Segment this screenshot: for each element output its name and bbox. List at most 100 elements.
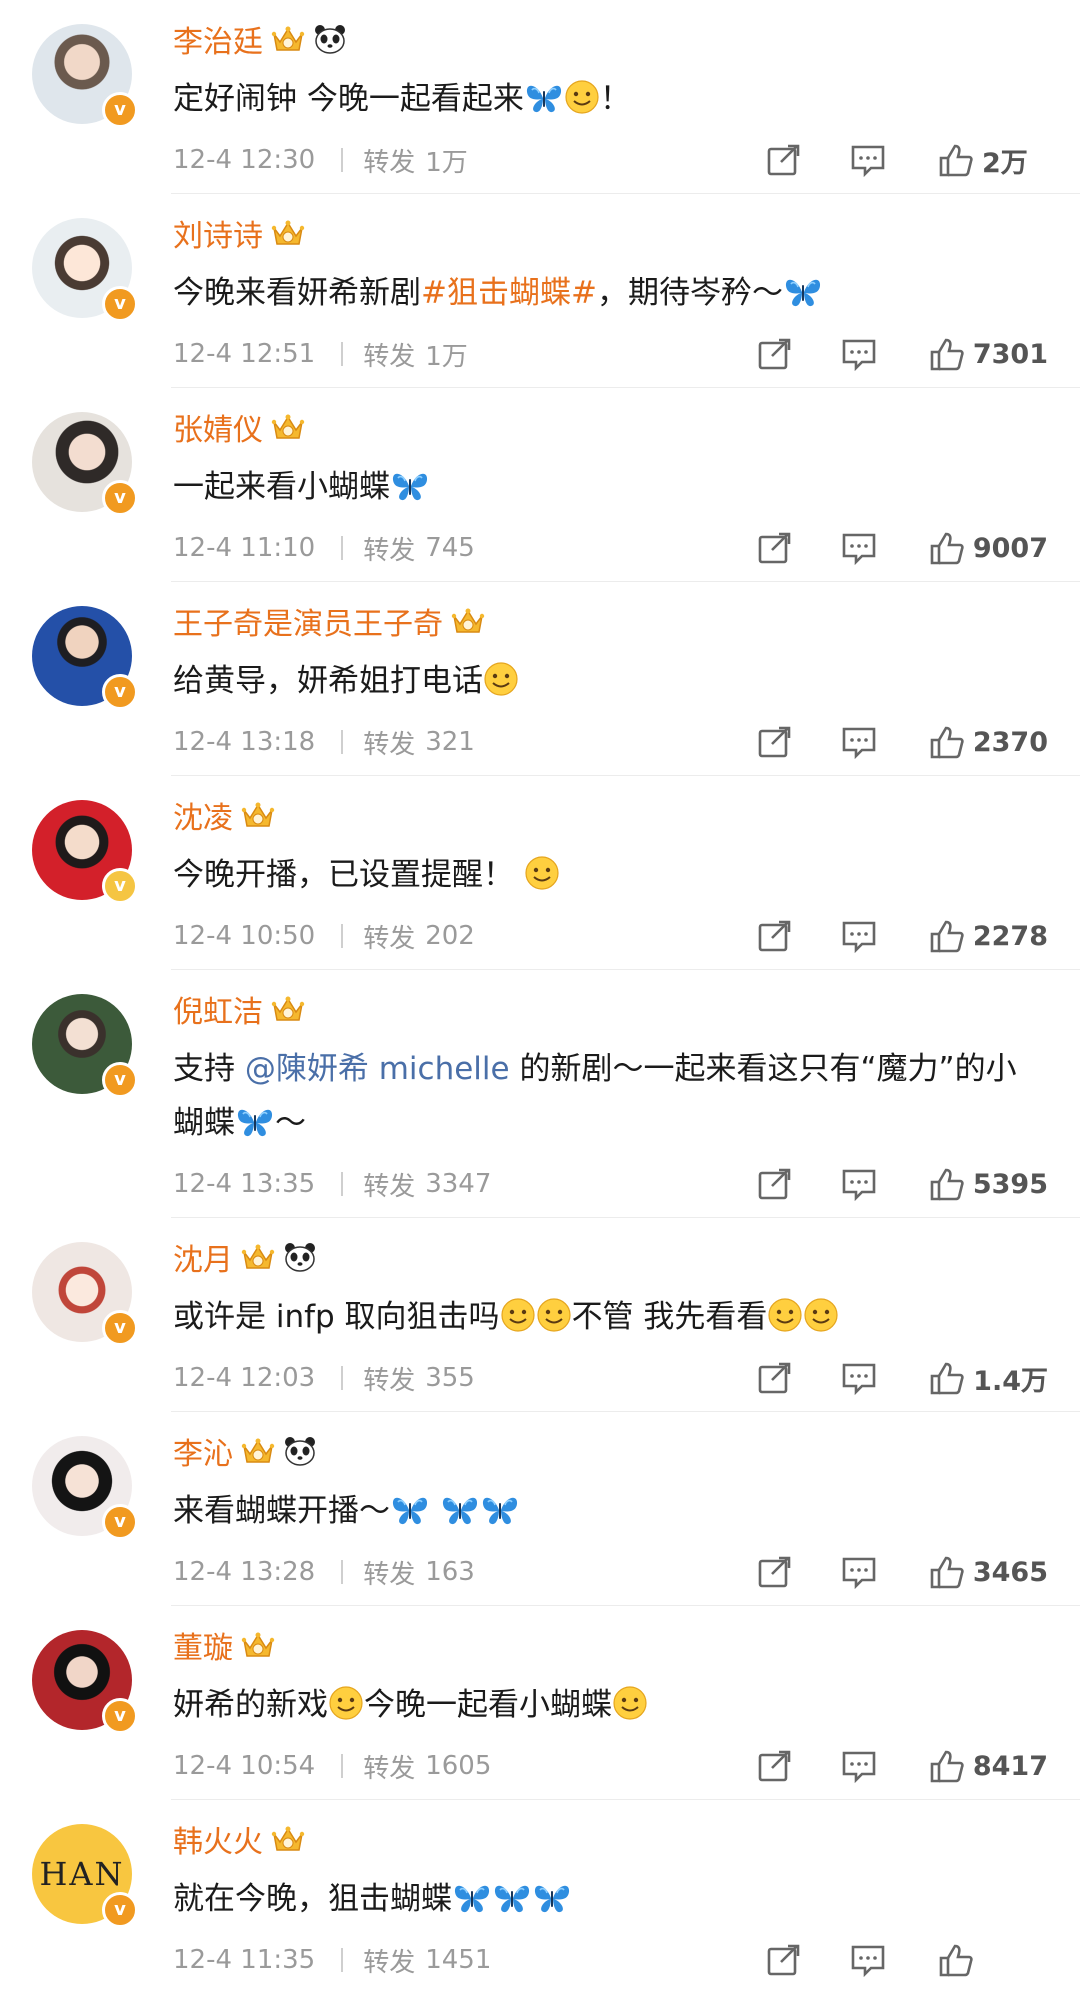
user-name[interactable]: 刘诗诗: [173, 211, 263, 255]
avatar[interactable]: v: [32, 1630, 138, 1734]
user-name[interactable]: 沈凌: [173, 793, 233, 837]
verified-icon: v: [102, 1698, 138, 1734]
avatar[interactable]: v: [32, 24, 138, 128]
comment-text-part: ！: [599, 81, 631, 117]
user-name[interactable]: 董璇: [173, 1623, 233, 1667]
comment-meta: 12-4 10:50 转发 202: [173, 916, 475, 956]
like-button[interactable]: 7301: [929, 337, 1048, 371]
comment-item: v 倪虹洁 支持 @陳妍希 michelle 的新剧～一起来看这只有“魔力”的小…: [0, 970, 1080, 1218]
action-bar: 3465: [757, 1552, 1048, 1592]
comment-icon[interactable]: [850, 143, 886, 177]
share-icon[interactable]: [766, 1943, 802, 1977]
user-name[interactable]: 倪虹洁: [173, 987, 263, 1031]
comment-item: v 董璇 妍希的新戏 今晚一起看小蝴蝶 12-4 10:54 转发 1605 8417: [0, 1606, 1080, 1800]
comment-meta: 12-4 12:30 转发 1万: [173, 140, 468, 180]
thumbs-up-icon: [929, 531, 965, 565]
comment-icon[interactable]: [841, 337, 877, 371]
share-icon[interactable]: [757, 725, 793, 759]
victory-hand-icon: [564, 79, 600, 115]
comment-text-part: 定好闹钟 今晚一起看起来: [173, 81, 524, 117]
user-name[interactable]: 韩火火: [173, 1817, 263, 1861]
screaming-face-icon: [328, 1685, 364, 1721]
user-mention-link[interactable]: @陳妍希 michelle: [245, 1051, 510, 1087]
crown-icon: [241, 1436, 275, 1466]
like-button[interactable]: 2万: [938, 141, 1048, 180]
butterfly-icon: [524, 82, 564, 114]
panda-icon: [313, 23, 347, 55]
share-icon[interactable]: [757, 531, 793, 565]
timestamp: 12-4 10:54: [173, 1751, 316, 1781]
like-button[interactable]: 3465: [929, 1555, 1048, 1589]
share-icon[interactable]: [757, 1749, 793, 1783]
comment-icon[interactable]: [841, 1361, 877, 1395]
comment-icon[interactable]: [841, 531, 877, 565]
comment-icon[interactable]: [841, 1167, 877, 1201]
share-icon[interactable]: [757, 919, 793, 953]
action-bar: 2万: [766, 140, 1048, 180]
comment-text-part: 今晚开播，已设置提醒！: [173, 857, 514, 893]
like-button[interactable]: 1.4万: [929, 1359, 1048, 1398]
share-icon[interactable]: [757, 1555, 793, 1589]
like-count: 5395: [972, 1168, 1048, 1200]
verified-icon: v: [102, 92, 138, 128]
comment-text-part: 妍希的新戏: [173, 1687, 328, 1723]
comment-text: 妍希的新戏 今晚一起看小蝴蝶: [173, 1678, 1040, 1732]
comment-text: 给黄导，妍希姐打电话: [173, 654, 1040, 708]
comment-icon[interactable]: [841, 1749, 877, 1783]
avatar[interactable]: v: [32, 412, 138, 516]
comment-text: 来看蝴蝶开播～: [173, 1484, 1040, 1538]
timestamp: 12-4 11:10: [173, 533, 316, 563]
butterfly-icon: [440, 1494, 480, 1526]
action-bar: 1.4万: [757, 1358, 1048, 1398]
like-button[interactable]: 9007: [929, 531, 1048, 565]
timestamp: 12-4 12:03: [173, 1363, 316, 1393]
user-name[interactable]: 王子奇是演员王子奇: [173, 599, 443, 643]
like-button[interactable]: 2370: [929, 725, 1048, 759]
like-button[interactable]: [938, 1943, 1048, 1977]
verified-icon: v: [102, 1310, 138, 1346]
timestamp: 12-4 12:51: [173, 339, 316, 369]
action-bar: [766, 1940, 1048, 1980]
repost-count: 1451: [425, 1945, 492, 1975]
verified-icon: v: [102, 674, 138, 710]
comment-icon[interactable]: [841, 1555, 877, 1589]
share-icon[interactable]: [757, 1361, 793, 1395]
crown-icon: [241, 1630, 275, 1660]
like-button[interactable]: 5395: [929, 1167, 1048, 1201]
user-name[interactable]: 李沁: [173, 1429, 233, 1473]
avatar[interactable]: v: [32, 606, 138, 710]
timestamp: 12-4 12:30: [173, 145, 316, 175]
avatar[interactable]: v: [32, 1436, 138, 1540]
user-name[interactable]: 李治廷: [173, 17, 263, 61]
crown-icon: [451, 606, 485, 636]
avatar[interactable]: v: [32, 1242, 138, 1346]
avatar[interactable]: v: [32, 800, 138, 904]
comment-meta: 12-4 13:28 转发 163: [173, 1552, 475, 1592]
avatar[interactable]: HAN v: [32, 1824, 138, 1928]
share-icon[interactable]: [766, 143, 802, 177]
like-count: 2万: [982, 147, 1028, 179]
share-icon[interactable]: [757, 337, 793, 371]
action-bar: 2278: [757, 916, 1048, 956]
repost-count: 321: [425, 727, 475, 757]
comment-item: v 李治廷 定好闹钟 今晚一起看起来 ！ 12-4 12:30 转发 1万 2万: [0, 0, 1080, 194]
action-bar: 7301: [757, 334, 1048, 374]
share-icon[interactable]: [757, 1167, 793, 1201]
avatar[interactable]: v: [32, 218, 138, 322]
user-name[interactable]: 沈月: [173, 1235, 233, 1279]
topic-hashtag[interactable]: #狙击蝴蝶#: [421, 275, 597, 311]
thumbs-up-icon: [929, 1167, 965, 1201]
comment-icon[interactable]: [841, 919, 877, 953]
like-button[interactable]: 2278: [929, 919, 1048, 953]
avatar[interactable]: v: [32, 994, 138, 1098]
comment-icon[interactable]: [850, 1943, 886, 1977]
crown-icon: [271, 1824, 305, 1854]
comment-text: 或许是 infp 取向狙击吗 不管 我先看看: [173, 1290, 1040, 1344]
action-bar: 8417: [757, 1746, 1048, 1786]
user-name[interactable]: 张婧仪: [173, 405, 263, 449]
like-count: 2370: [972, 726, 1048, 758]
comment-text: 今晚来看妍希新剧#狙击蝴蝶#，期待岑矜～: [173, 266, 1040, 320]
like-button[interactable]: 8417: [929, 1749, 1048, 1783]
butterfly-icon: [492, 1882, 532, 1914]
comment-icon[interactable]: [841, 725, 877, 759]
